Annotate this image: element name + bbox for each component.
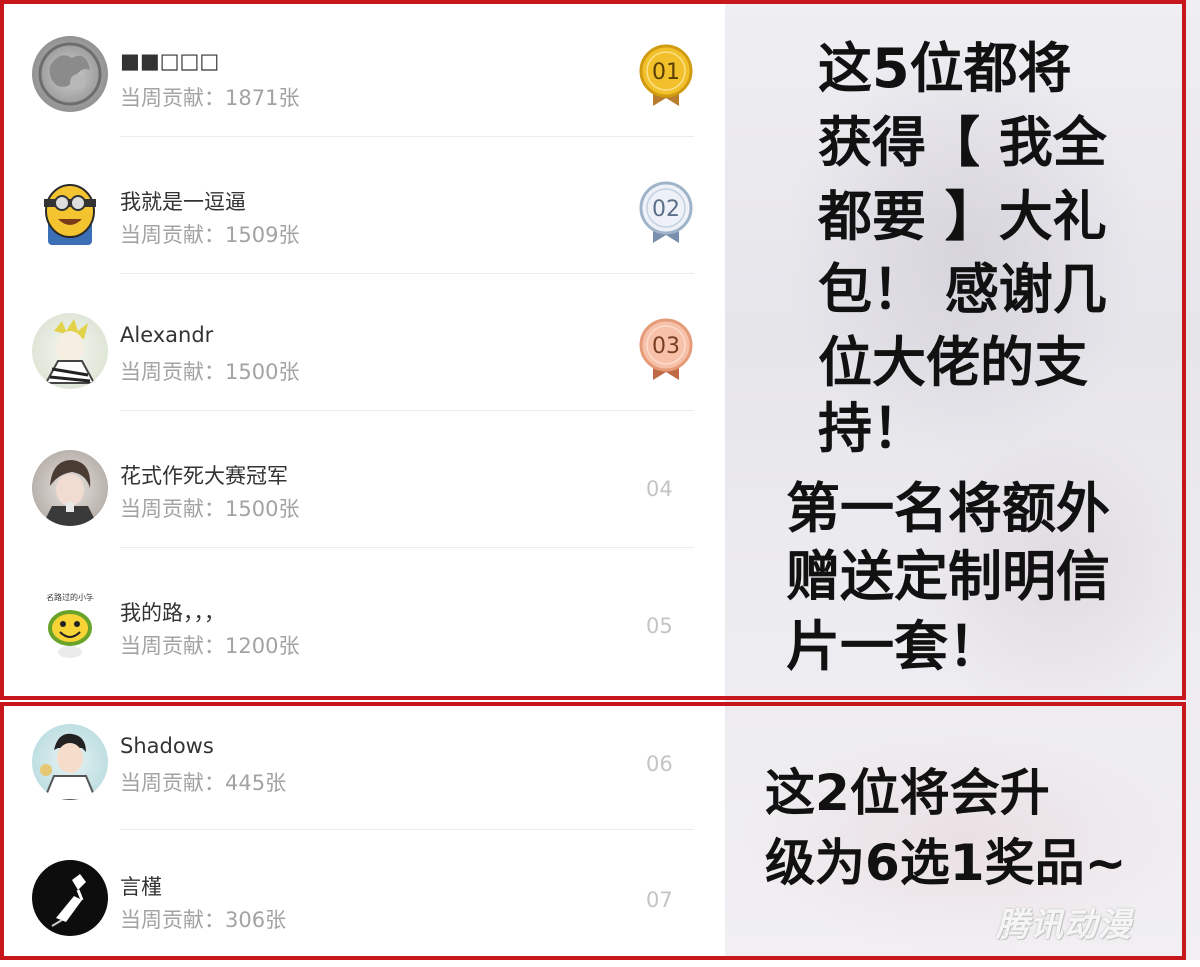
avatar-image [40, 733, 98, 800]
caption-top-line: 第一名将额外 [786, 477, 1110, 540]
caption-top-line: 持！ [818, 397, 926, 460]
avatar[interactable] [32, 724, 108, 800]
svg-text:名路过的小学: 名路过的小学 [46, 592, 94, 602]
contribution-count: 当周贡献：1200张 [120, 634, 300, 658]
caption-top-line: 位大佬的支 [818, 331, 1088, 394]
contribution-count: 当周贡献：1500张 [120, 360, 300, 384]
contribution-count: 当周贡献：1500张 [120, 497, 300, 521]
list-item[interactable]: Alexandr 当周贡献：1500张 03 [0, 274, 720, 411]
list-item[interactable]: 我就是一逗逼 当周贡献：1509张 02 [0, 137, 720, 274]
bronze-medal-icon: 03 [639, 318, 693, 382]
avatar-image: 名路过的小学 [46, 592, 94, 658]
caption-top-line: 片一套！ [786, 615, 1002, 678]
avatar[interactable]: 名路过的小学 [32, 588, 108, 664]
user-name: 我就是一逗逼 [120, 190, 246, 214]
list-item[interactable]: Shadows 当周贡献：445张 06 [0, 693, 720, 830]
contribution-count: 当周贡献：1871张 [120, 86, 300, 110]
list-item[interactable]: ■■□□□ 当周贡献：1871张 01 [0, 0, 720, 137]
caption-top-line: 获得【 我全 [818, 111, 1107, 174]
user-name: 言槿 [120, 875, 162, 899]
svg-text:03: 03 [652, 334, 680, 359]
list-item[interactable]: 花式作死大赛冠军 当周贡献：1500张 04 [0, 411, 720, 548]
rank-number: 05 [646, 614, 673, 638]
avatar[interactable] [32, 860, 108, 936]
avatar-image [44, 319, 96, 384]
silver-medal-icon: 02 [639, 181, 693, 245]
contribution-count: 当周贡献：306张 [120, 908, 287, 932]
user-name: 我的路，，， [120, 601, 225, 625]
avatar-image [42, 460, 98, 526]
rank-number: 07 [646, 888, 673, 912]
caption-top-line: 这5位都将 [818, 37, 1072, 100]
rank-number: 06 [646, 752, 673, 776]
avatar-image [51, 874, 86, 927]
user-name: ■■□□□ [120, 49, 220, 73]
watermark-logo: 腾讯动漫 [996, 905, 1132, 944]
caption-top-line: 包！ 感谢几 [818, 258, 1107, 321]
rank-number: 04 [646, 477, 673, 501]
user-name: 花式作死大赛冠军 [120, 464, 288, 488]
avatar[interactable] [32, 36, 108, 112]
caption-top-line: 都要 】大礼 [818, 185, 1107, 248]
avatar-image [38, 42, 102, 106]
caption-bottom-line: 级为6选1奖品~ [765, 834, 1127, 892]
svg-text:02: 02 [652, 197, 680, 222]
avatar-image [44, 184, 96, 245]
list-item[interactable]: 名路过的小学 我的路，，， 当周贡献：1200张 05 [0, 548, 720, 685]
avatar[interactable] [32, 177, 108, 253]
contribution-count: 当周贡献：445张 [120, 771, 287, 795]
gold-medal-icon: 01 [639, 44, 693, 108]
avatar[interactable] [32, 313, 108, 389]
avatar[interactable] [32, 450, 108, 526]
list-item[interactable]: 言槿 当周贡献：306张 07 [0, 830, 720, 967]
svg-text:01: 01 [652, 60, 680, 85]
user-name: Shadows [120, 734, 214, 758]
caption-bottom-line: 这2位将会升 [765, 764, 1050, 822]
user-name: Alexandr [120, 323, 214, 347]
caption-top-line: 赠送定制明信 [786, 545, 1110, 608]
contribution-count: 当周贡献：1509张 [120, 223, 300, 247]
